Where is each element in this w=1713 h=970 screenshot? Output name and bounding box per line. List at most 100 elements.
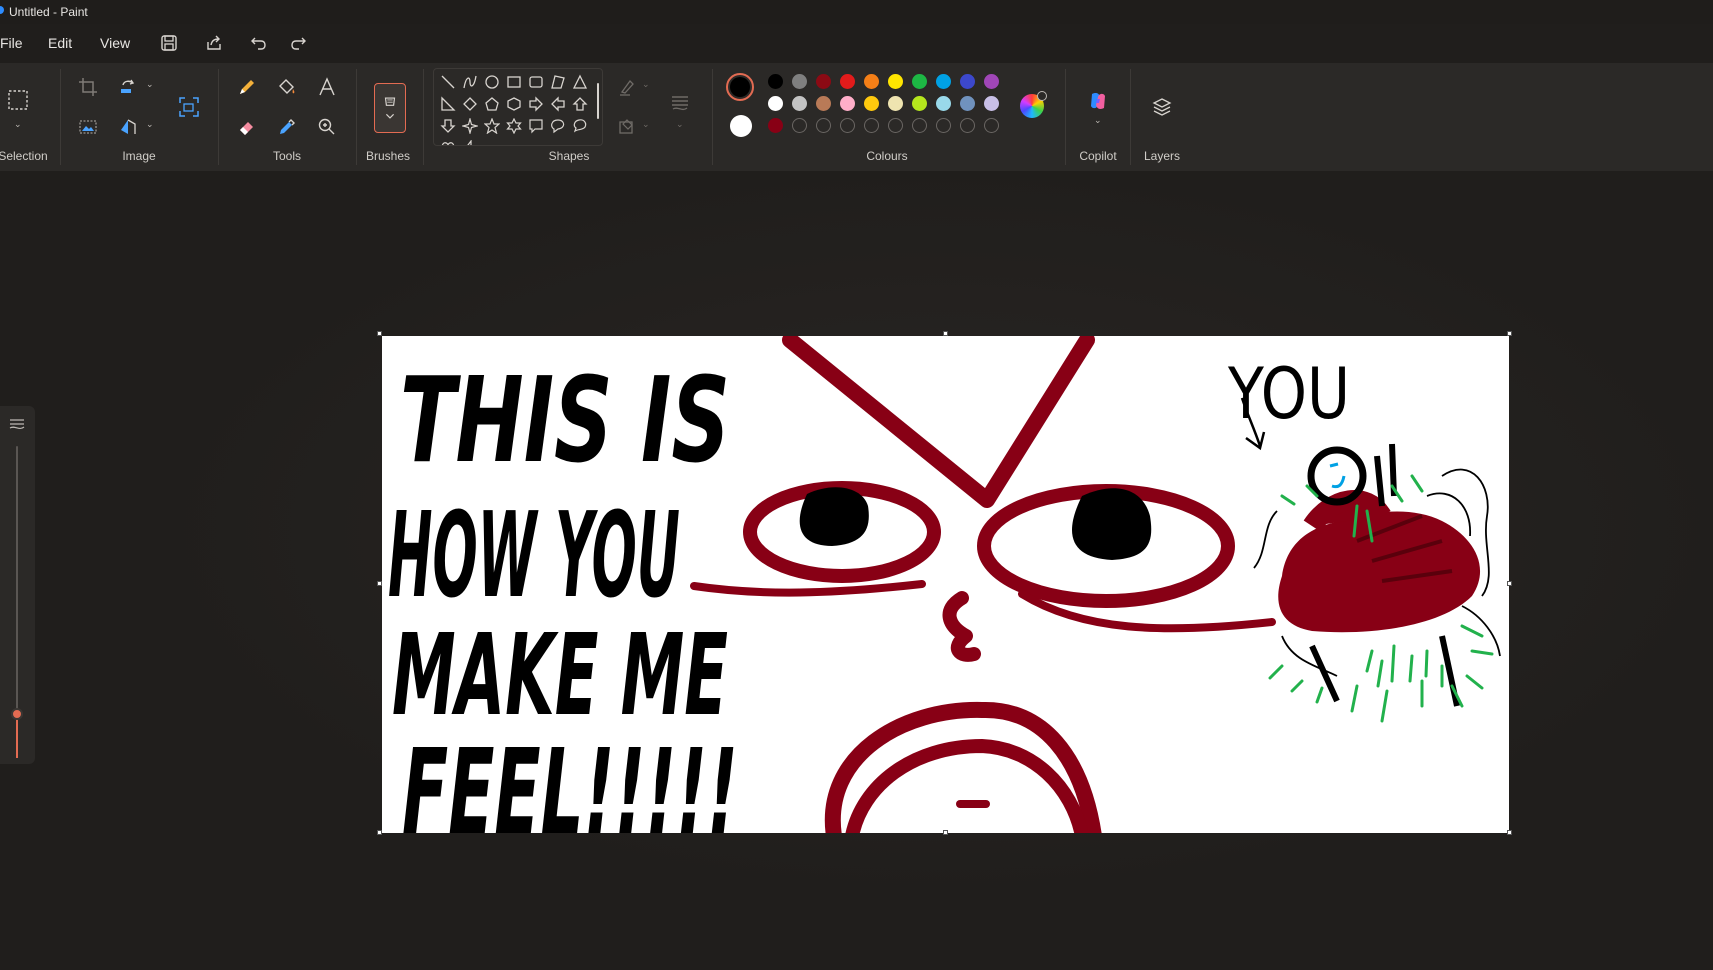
- custom-color-slot[interactable]: [840, 118, 855, 133]
- crop-button[interactable]: [74, 73, 102, 101]
- shape-six-point-star[interactable]: [506, 117, 522, 135]
- shape-hexagon[interactable]: [506, 96, 522, 112]
- flip-chevron-icon[interactable]: ⌄: [146, 119, 154, 130]
- resize-handle-left[interactable]: [377, 581, 382, 586]
- shape-down-arrow[interactable]: [440, 118, 456, 134]
- shape-right-arrow[interactable]: [528, 96, 544, 112]
- pencil-button[interactable]: [233, 73, 261, 101]
- menu-edit[interactable]: Edit: [48, 35, 72, 51]
- shape-polygon[interactable]: [550, 74, 566, 90]
- eraser-button[interactable]: [233, 113, 261, 141]
- fill-shape-chevron-icon[interactable]: ⌄: [642, 119, 650, 130]
- menu-file[interactable]: File: [0, 35, 23, 51]
- flip-button[interactable]: [114, 113, 142, 141]
- shape-five-point-star[interactable]: [483, 117, 501, 135]
- fill-shape-button[interactable]: [614, 113, 642, 141]
- fill-button[interactable]: [273, 73, 301, 101]
- remove-background-button[interactable]: [74, 113, 102, 141]
- copilot-chevron-icon[interactable]: ⌄: [1094, 115, 1102, 126]
- color-swatch[interactable]: [816, 96, 831, 111]
- color-swatch[interactable]: [912, 96, 927, 111]
- shape-lightning[interactable]: [462, 139, 478, 145]
- color-swatch[interactable]: [792, 96, 807, 111]
- outline-button[interactable]: [614, 73, 642, 101]
- secondary-color-button[interactable]: [730, 115, 752, 137]
- color-swatch[interactable]: [936, 96, 951, 111]
- shape-diamond[interactable]: [462, 96, 478, 112]
- color-swatch[interactable]: [768, 118, 783, 133]
- share-button[interactable]: [200, 29, 228, 57]
- menu-view[interactable]: View: [100, 35, 130, 51]
- shape-curve[interactable]: [462, 74, 478, 90]
- brush-size-thumb[interactable]: [11, 708, 23, 721]
- shape-line[interactable]: [440, 74, 456, 90]
- shape-rectangle[interactable]: [506, 74, 522, 90]
- rotate-chevron-icon[interactable]: ⌄: [146, 79, 154, 90]
- custom-color-slot[interactable]: [936, 118, 951, 133]
- custom-color-slot[interactable]: [864, 118, 879, 133]
- selection-button[interactable]: [4, 86, 32, 114]
- brush-size-track[interactable]: [11, 446, 23, 758]
- color-swatch[interactable]: [936, 74, 951, 89]
- drawing-canvas[interactable]: THIS IS HOW YOU MAKE ME FEEL!!!!! YOU: [382, 332, 1509, 861]
- edit-colors-button[interactable]: [1020, 91, 1047, 118]
- resize-handle-right[interactable]: [1507, 581, 1512, 586]
- color-swatch[interactable]: [888, 96, 903, 111]
- magnifier-button[interactable]: [313, 113, 341, 141]
- shape-cloud-callout[interactable]: [572, 118, 588, 134]
- save-button[interactable]: [155, 29, 183, 57]
- custom-color-slot[interactable]: [816, 118, 831, 133]
- shape-oval-callout[interactable]: [550, 118, 566, 134]
- color-swatch[interactable]: [912, 74, 927, 89]
- resize-handle-top[interactable]: [943, 331, 948, 336]
- custom-color-slot[interactable]: [912, 118, 927, 133]
- color-swatch[interactable]: [816, 74, 831, 89]
- resize-handle-bottom-right[interactable]: [1507, 830, 1512, 835]
- color-swatch[interactable]: [984, 74, 999, 89]
- color-swatch[interactable]: [960, 96, 975, 111]
- custom-color-slot[interactable]: [888, 118, 903, 133]
- shape-up-arrow[interactable]: [572, 96, 588, 112]
- custom-color-slot[interactable]: [960, 118, 975, 133]
- resize-handle-bottom-left[interactable]: [377, 830, 382, 835]
- redo-button[interactable]: [284, 29, 312, 57]
- custom-color-slot[interactable]: [792, 118, 807, 133]
- shapes-scrollbar[interactable]: [597, 83, 599, 119]
- color-picker-button[interactable]: [273, 113, 301, 141]
- shape-triangle[interactable]: [572, 74, 588, 90]
- shape-size-button[interactable]: [666, 89, 694, 117]
- brushes-button[interactable]: [374, 83, 406, 133]
- resize-button[interactable]: [175, 93, 203, 121]
- color-swatch[interactable]: [960, 74, 975, 89]
- custom-color-slot[interactable]: [984, 118, 999, 133]
- shape-rounded-rectangle[interactable]: [528, 74, 544, 90]
- shape-four-point-star[interactable]: [460, 116, 480, 136]
- color-swatch[interactable]: [840, 74, 855, 89]
- resize-handle-bottom[interactable]: [943, 830, 948, 835]
- primary-color-button[interactable]: [726, 73, 754, 101]
- selection-chevron-icon[interactable]: ⌄: [14, 119, 22, 130]
- color-swatch[interactable]: [864, 96, 879, 111]
- color-swatch[interactable]: [864, 74, 879, 89]
- undo-button[interactable]: [245, 29, 273, 57]
- resize-handle-top-right[interactable]: [1507, 331, 1512, 336]
- shape-size-chevron-icon[interactable]: ⌄: [676, 119, 684, 130]
- resize-handle-top-left[interactable]: [377, 331, 382, 336]
- copilot-button[interactable]: [1084, 87, 1112, 115]
- rotate-button[interactable]: [114, 73, 142, 101]
- shape-rectangular-callout[interactable]: [528, 118, 544, 134]
- color-swatch[interactable]: [768, 74, 783, 89]
- outline-chevron-icon[interactable]: ⌄: [642, 79, 650, 90]
- color-swatch[interactable]: [792, 74, 807, 89]
- shape-left-arrow[interactable]: [550, 96, 566, 112]
- shape-pentagon[interactable]: [484, 96, 500, 112]
- color-swatch[interactable]: [888, 74, 903, 89]
- shape-heart[interactable]: [440, 140, 456, 145]
- color-swatch[interactable]: [984, 96, 999, 111]
- layers-button[interactable]: [1148, 93, 1176, 121]
- text-button[interactable]: [313, 73, 341, 101]
- color-swatch[interactable]: [768, 96, 783, 111]
- shape-oval[interactable]: [484, 74, 500, 90]
- shape-right-triangle[interactable]: [440, 96, 456, 112]
- color-swatch[interactable]: [840, 96, 855, 111]
